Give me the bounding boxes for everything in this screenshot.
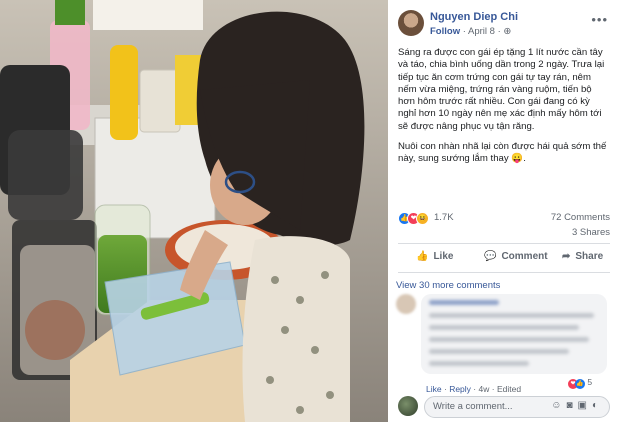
camera-icon[interactable]: ◙ <box>566 400 577 411</box>
post-paragraph: Sáng ra được con gái ép tặng 1 lít nước … <box>398 47 605 132</box>
separator-dot: · <box>473 384 477 394</box>
post-actions: 👍 Like 💬 Comment ➦ Share <box>398 243 610 273</box>
view-more-comments-link[interactable]: View 30 more comments <box>396 280 500 291</box>
reactions-bar: 👍 ❤ 😆 1.7K 72 Comments <box>398 211 610 225</box>
comment-input[interactable]: Write a comment... ☺◙▣◐ <box>424 396 610 418</box>
comments-count[interactable]: 72 Comments <box>551 212 610 223</box>
comment-reactions[interactable]: ❤👍 5 <box>568 377 592 389</box>
post-paragraph: Nuôi con nhàn nhã lại còn được hái quả s… <box>398 141 607 165</box>
blurred-comment-text <box>429 361 529 366</box>
comment-actions: Like · Reply · 4w · Edited <box>426 384 521 394</box>
like-icon: 👍 <box>575 379 585 389</box>
comment-bubble <box>421 294 607 374</box>
user-avatar <box>398 396 418 416</box>
emoji-icon[interactable]: ☺ <box>551 400 566 411</box>
globe-icon: ⊕ <box>503 26 512 37</box>
post-photo[interactable] <box>0 0 388 422</box>
follow-link[interactable]: Follow <box>430 26 460 37</box>
share-icon: ➦ <box>562 251 571 262</box>
shares-count[interactable]: 3 Shares <box>572 227 610 238</box>
comment-icon: 💬 <box>484 251 497 262</box>
comment-label: Comment <box>501 251 548 262</box>
reaction-count[interactable]: 1.7K <box>434 212 454 223</box>
share-button[interactable]: ➦ Share <box>562 251 603 262</box>
comment-item <box>396 294 612 380</box>
comment-placeholder: Write a comment... <box>433 401 513 412</box>
sticker-icon[interactable]: ◐ <box>592 400 603 411</box>
blurred-comment-text <box>429 337 589 342</box>
blurred-comment-text <box>429 349 569 354</box>
like-label: Like <box>433 251 454 262</box>
author-name[interactable]: Nguyen Diep Chi <box>430 11 518 23</box>
author-avatar[interactable] <box>398 10 424 36</box>
comment-reaction-count: 5 <box>587 377 593 387</box>
comment-like-link[interactable]: Like <box>426 384 442 394</box>
post-date[interactable]: April 8 · <box>468 26 501 37</box>
meta-separator: · <box>462 26 466 37</box>
comment-edited[interactable]: Edited <box>497 384 521 394</box>
post-meta: Follow · April 8 · ⊕ <box>430 26 511 37</box>
post-side-panel: Nguyen Diep Chi Follow · April 8 · ⊕ •••… <box>388 0 620 422</box>
blurred-comment-text <box>429 325 579 330</box>
haha-icon[interactable]: 😆 <box>416 212 429 225</box>
gif-icon[interactable]: ▣ <box>578 400 592 411</box>
blurred-comment-text <box>429 313 594 318</box>
blurred-commenter-name <box>429 300 499 305</box>
comment-composer: Write a comment... ☺◙▣◐ <box>398 396 610 418</box>
share-label: Share <box>575 251 604 262</box>
composer-icons: ☺◙▣◐ <box>551 400 603 411</box>
commenter-avatar[interactable] <box>396 294 416 314</box>
post-header: Nguyen Diep Chi Follow · April 8 · ⊕ ••• <box>398 10 610 40</box>
comment-time[interactable]: 4w <box>479 384 490 394</box>
post-text: Sáng ra được con gái ép tặng 1 lít nước … <box>398 47 610 174</box>
more-options-icon[interactable]: ••• <box>591 12 608 27</box>
kitchen-photo-illustration <box>0 0 388 422</box>
like-button[interactable]: 👍 Like <box>416 251 453 262</box>
separator-dot: · <box>443 384 447 394</box>
thumbs-up-icon: 👍 <box>416 251 429 262</box>
comment-reply-link[interactable]: Reply <box>449 384 471 394</box>
comment-button[interactable]: 💬 Comment <box>484 251 548 262</box>
separator-dot: · <box>491 384 495 394</box>
